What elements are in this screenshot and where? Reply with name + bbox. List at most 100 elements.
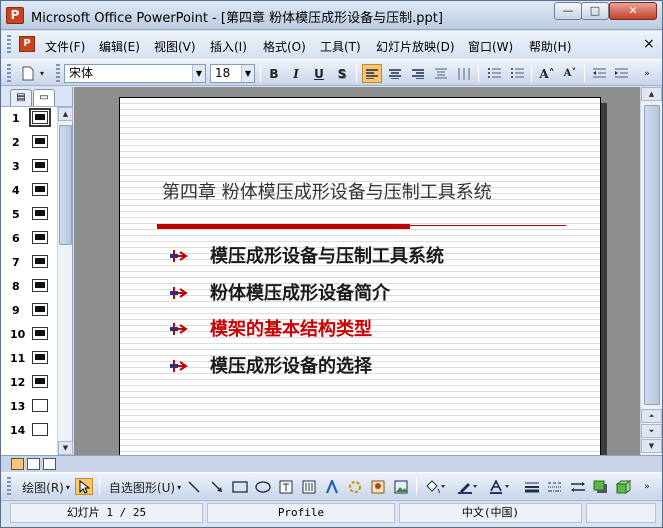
fill-color-icon[interactable] [422, 478, 448, 495]
decrease-indent-button[interactable] [589, 64, 609, 83]
drawing-toolbar-grip[interactable] [7, 477, 11, 497]
scroll-up-icon[interactable]: ▲ [58, 107, 73, 121]
thumbnail-image[interactable] [32, 351, 48, 364]
thumbnail-image[interactable] [32, 423, 48, 436]
font-color-icon[interactable] [486, 478, 512, 495]
minimize-button[interactable]: — [554, 2, 582, 20]
align-left-button[interactable] [362, 64, 382, 83]
columns-button[interactable] [454, 64, 474, 83]
font-name-select[interactable]: 宋体 ▼ [64, 64, 206, 83]
tab-slides[interactable]: ▭ [33, 89, 55, 106]
tab-outline[interactable]: ▤ [10, 89, 32, 106]
slide-sorter-view-icon[interactable] [27, 458, 40, 470]
thumbnail-item[interactable]: 2 [1, 131, 57, 155]
maximize-button[interactable]: □ [581, 2, 609, 20]
menu-format[interactable]: 格式(O) [263, 38, 306, 55]
grow-font-button[interactable]: A˄ [536, 64, 558, 83]
rectangle-icon[interactable] [231, 478, 249, 495]
toolbar-options-icon[interactable]: » [641, 64, 653, 83]
bold-button[interactable]: B [265, 64, 283, 83]
normal-view-icon[interactable] [11, 458, 24, 470]
scrollbar-thumb[interactable] [59, 125, 72, 245]
slides-scrollbar[interactable]: ▲ ▼ [57, 107, 73, 455]
shadow-button[interactable]: S [333, 64, 351, 83]
current-slide[interactable]: 第四章 粉体模压成形设备与压制工具系统 模压成形设备与压制工具系统 粉体模压成形… [119, 97, 601, 455]
thumbnail-image[interactable] [32, 135, 48, 148]
align-center-button[interactable] [385, 64, 405, 83]
thumbnail-image[interactable] [32, 327, 48, 340]
wordart-icon[interactable] [323, 478, 341, 495]
thumbnail-image[interactable] [32, 231, 48, 244]
bullet-list-button[interactable] [507, 64, 527, 83]
chevron-down-icon[interactable]: ▾ [37, 64, 47, 83]
increase-indent-button[interactable] [611, 64, 631, 83]
thumbnail-item[interactable]: 4 [1, 179, 57, 203]
slide-title[interactable]: 第四章 粉体模压成形设备与压制工具系统 [162, 178, 492, 204]
clip-art-icon[interactable] [369, 478, 387, 495]
thumbnail-image[interactable] [32, 159, 48, 172]
thumbnail-item[interactable]: 8 [1, 275, 57, 299]
toolbar-grip-2[interactable] [56, 64, 60, 83]
next-slide-icon[interactable]: ⏷ [641, 424, 662, 438]
thumbnail-image[interactable] [32, 279, 48, 292]
new-document-icon[interactable] [19, 64, 37, 83]
thumbnail-image[interactable] [32, 399, 48, 412]
menu-grip[interactable] [7, 35, 11, 55]
textbox-icon[interactable] [277, 478, 295, 495]
insert-picture-icon[interactable] [392, 478, 410, 495]
thumbnail-item[interactable]: 5 [1, 203, 57, 227]
align-right-button[interactable] [408, 64, 428, 83]
3d-style-icon[interactable] [615, 478, 633, 495]
font-size-select[interactable]: 18 ▼ [210, 64, 255, 83]
thumbnail-image[interactable] [32, 303, 48, 316]
thumbnail-item[interactable]: 12 [1, 371, 57, 395]
menu-help[interactable]: 帮助(H) [529, 38, 571, 55]
thumbnail-item[interactable]: 6 [1, 227, 57, 251]
thumbnail-image[interactable] [32, 183, 48, 196]
menu-tools[interactable]: 工具(T) [320, 38, 361, 55]
bullet-item[interactable]: 粉体模压成形设备简介 [170, 277, 590, 307]
bullet-item[interactable]: 模压成形设备的选择 [170, 350, 590, 380]
menu-file[interactable]: 文件(F) [45, 38, 85, 55]
shadow-style-icon[interactable] [592, 478, 610, 495]
oval-icon[interactable] [254, 478, 272, 495]
scroll-down-icon[interactable]: ▼ [641, 439, 662, 453]
thumbnail-item[interactable]: 9 [1, 299, 57, 323]
menu-window[interactable]: 窗口(W) [468, 38, 513, 55]
arrow-icon[interactable] [208, 478, 226, 495]
italic-button[interactable]: I [287, 64, 305, 83]
chevron-down-icon[interactable]: ▼ [192, 65, 205, 82]
numbered-list-button[interactable] [484, 64, 504, 83]
thumbnail-item[interactable]: 7 [1, 251, 57, 275]
menu-view[interactable]: 视图(V) [154, 38, 196, 55]
scroll-down-icon[interactable]: ▼ [58, 441, 73, 455]
previous-slide-icon[interactable]: ⏶ [641, 409, 662, 423]
editor-scrollbar[interactable]: ▲ ⏶ ⏷ ▼ [640, 87, 662, 455]
toolbar-grip[interactable] [7, 64, 11, 83]
diagram-icon[interactable] [346, 478, 364, 495]
close-button[interactable]: ✕ [609, 2, 657, 20]
thumbnail-item[interactable]: 1 [1, 107, 57, 131]
bullet-item[interactable]: 模压成形设备与压制工具系统 [170, 240, 590, 270]
dash-style-icon[interactable] [546, 478, 564, 495]
autoshapes-menu-button[interactable]: 自选图形(U) ▾ [105, 478, 185, 497]
draw-menu-button[interactable]: 绘图(R) ▾ [19, 478, 73, 497]
powerpoint-app-icon[interactable]: P [6, 7, 24, 24]
thumbnail-image[interactable] [32, 375, 48, 388]
line-icon[interactable] [185, 478, 203, 495]
thumbnail-image[interactable] [29, 108, 51, 127]
bullet-item[interactable]: 模架的基本结构类型 [170, 313, 590, 343]
shrink-font-button[interactable]: A˅ [559, 64, 581, 83]
scroll-up-icon[interactable]: ▲ [641, 87, 662, 101]
menu-slideshow[interactable]: 幻灯片放映(D) [376, 38, 455, 55]
toolbar-options-icon[interactable]: » [641, 477, 653, 496]
thumbnail-item[interactable]: 10 [1, 323, 57, 347]
thumbnail-item[interactable]: 3 [1, 155, 57, 179]
thumbnail-item[interactable]: 13 [1, 395, 57, 419]
thumbnail-image[interactable] [32, 255, 48, 268]
line-color-icon[interactable] [454, 478, 480, 495]
underline-button[interactable]: U [310, 64, 328, 83]
scrollbar-thumb[interactable] [644, 105, 660, 405]
document-menu-icon[interactable]: P [19, 36, 35, 52]
line-style-icon[interactable] [523, 478, 541, 495]
